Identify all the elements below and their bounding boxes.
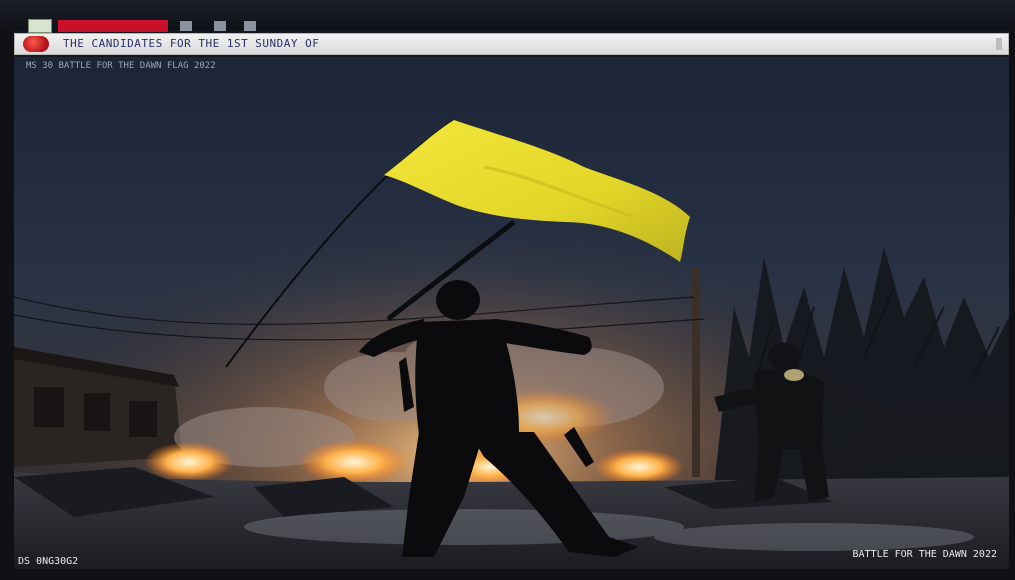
photo-image (14, 57, 1009, 569)
bottom-frame (0, 569, 1015, 580)
restore-icon[interactable] (214, 21, 226, 31)
photo-caption-top: MS 30 BATTLE FOR THE DAWN FLAG 2022 (26, 61, 216, 71)
site-icon (23, 36, 49, 52)
left-frame (0, 30, 14, 580)
minimize-icon[interactable] (180, 21, 192, 31)
tab-favicon-icon[interactable] (28, 19, 52, 33)
photo-scene (14, 57, 1009, 569)
photo-caption-bottom-left: DS 0NG30G2 (18, 556, 79, 567)
browser-window: THE CANDIDATES FOR THE 1ST SUNDAY OF MS … (0, 0, 1015, 580)
title-strip (0, 0, 1015, 33)
url-text: THE CANDIDATES FOR THE 1ST SUNDAY OF (63, 37, 320, 50)
active-tab[interactable] (58, 20, 168, 32)
address-bar[interactable]: THE CANDIDATES FOR THE 1ST SUNDAY OF (14, 33, 1009, 55)
close-icon[interactable] (244, 21, 256, 31)
addressbar-scroll-handle[interactable] (996, 38, 1002, 50)
right-frame (1009, 30, 1015, 580)
photo-caption-bottom-right: BATTLE FOR THE DAWN 2022 (852, 549, 998, 560)
